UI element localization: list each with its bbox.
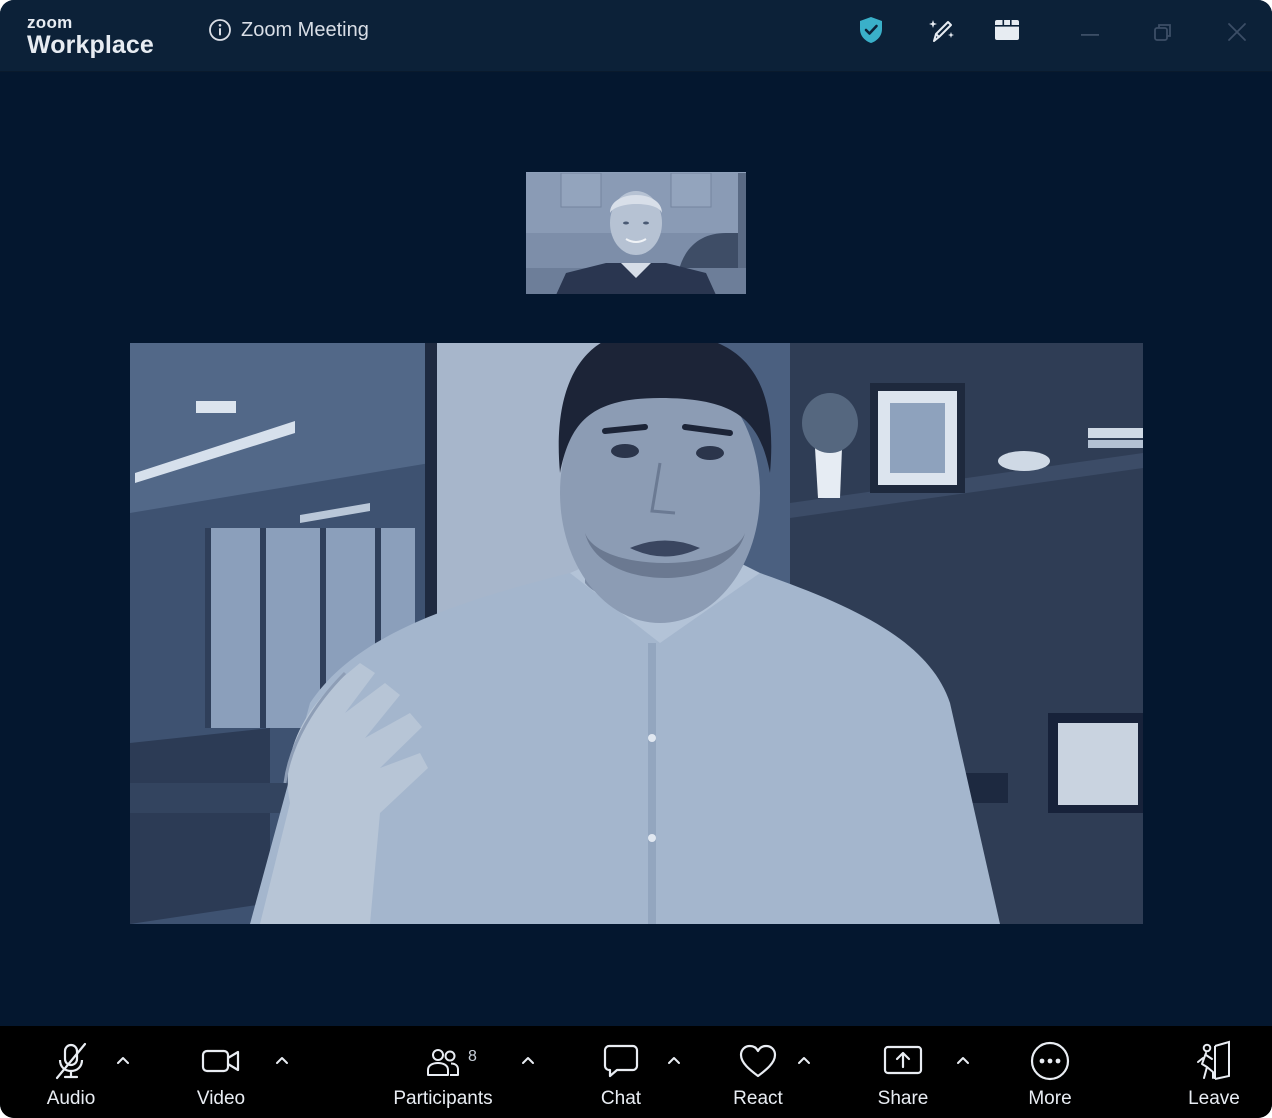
chevron-up-icon <box>116 1052 130 1070</box>
speaker-video-frame <box>130 343 1143 924</box>
audio-button[interactable]: Audio <box>36 1026 106 1118</box>
participants-options-caret[interactable] <box>520 1054 536 1068</box>
chevron-up-icon <box>521 1052 535 1070</box>
participant-count-badge: 8 <box>468 1048 477 1065</box>
active-speaker-video[interactable] <box>130 343 1143 924</box>
chat-options-caret[interactable] <box>666 1054 682 1068</box>
chevron-up-icon <box>956 1052 970 1070</box>
chat-label: Chat <box>600 1088 642 1109</box>
restore-icon <box>1152 21 1174 48</box>
title-bar: zoom Workplace Zoom Meeting <box>0 0 1272 72</box>
audio-label: Audio <box>46 1088 96 1109</box>
share-label: Share <box>877 1088 929 1109</box>
close-icon <box>1226 21 1248 48</box>
ai-companion-button[interactable] <box>927 17 957 47</box>
share-button[interactable]: Share <box>872 1026 934 1118</box>
view-grid-icon <box>993 17 1021 48</box>
restore-button[interactable] <box>1151 22 1175 46</box>
ellipsis-icon <box>1029 1040 1071 1087</box>
minimize-button[interactable] <box>1078 22 1102 46</box>
leave-label: Leave <box>1188 1088 1240 1109</box>
meeting-toolbar: Audio Video Participants 8 Chat React Sh… <box>0 1026 1272 1118</box>
video-label: Video <box>196 1088 246 1109</box>
meeting-title: Zoom Meeting <box>241 18 369 41</box>
chevron-up-icon <box>275 1052 289 1070</box>
mic-muted-icon <box>51 1041 91 1086</box>
close-button[interactable] <box>1225 22 1249 46</box>
chat-button[interactable]: Chat <box>591 1026 651 1118</box>
video-button[interactable]: Video <box>186 1026 256 1118</box>
react-label: React <box>733 1088 783 1109</box>
brand-small-text: zoom <box>27 13 73 32</box>
video-options-caret[interactable] <box>274 1054 290 1068</box>
share-up-icon <box>882 1043 924 1084</box>
zoom-meeting-window: zoom Workplace Zoom Meeting Audio Video … <box>0 0 1272 1118</box>
react-options-caret[interactable] <box>796 1054 812 1068</box>
chat-bubble-icon <box>602 1042 640 1085</box>
more-button[interactable]: More <box>1020 1026 1080 1118</box>
camera-icon <box>200 1045 242 1082</box>
minimize-icon <box>1079 21 1101 48</box>
more-label: More <box>1028 1088 1072 1109</box>
participants-button[interactable]: Participants <box>388 1026 498 1118</box>
info-icon <box>208 18 232 42</box>
share-options-caret[interactable] <box>955 1054 971 1068</box>
zoom-workplace-logo: zoom Workplace <box>27 14 154 59</box>
chevron-up-icon <box>797 1052 811 1070</box>
chevron-up-icon <box>667 1052 681 1070</box>
participant-video-frame <box>526 173 746 294</box>
exit-door-icon <box>1193 1040 1235 1087</box>
leave-button[interactable]: Leave <box>1184 1026 1244 1118</box>
security-shield-button[interactable] <box>856 15 886 50</box>
participants-label: Participants <box>393 1088 493 1109</box>
brand-large-text: Workplace <box>27 31 154 59</box>
participant-video-thumbnail[interactable] <box>526 172 746 294</box>
people-icon <box>425 1044 461 1083</box>
react-button[interactable]: React <box>728 1026 788 1118</box>
meeting-info-button[interactable]: Zoom Meeting <box>208 17 369 43</box>
heart-icon <box>738 1043 778 1084</box>
shield-check-icon <box>857 15 885 50</box>
sparkle-pen-icon <box>927 15 957 50</box>
audio-options-caret[interactable] <box>115 1054 131 1068</box>
view-layout-button[interactable] <box>992 17 1022 47</box>
